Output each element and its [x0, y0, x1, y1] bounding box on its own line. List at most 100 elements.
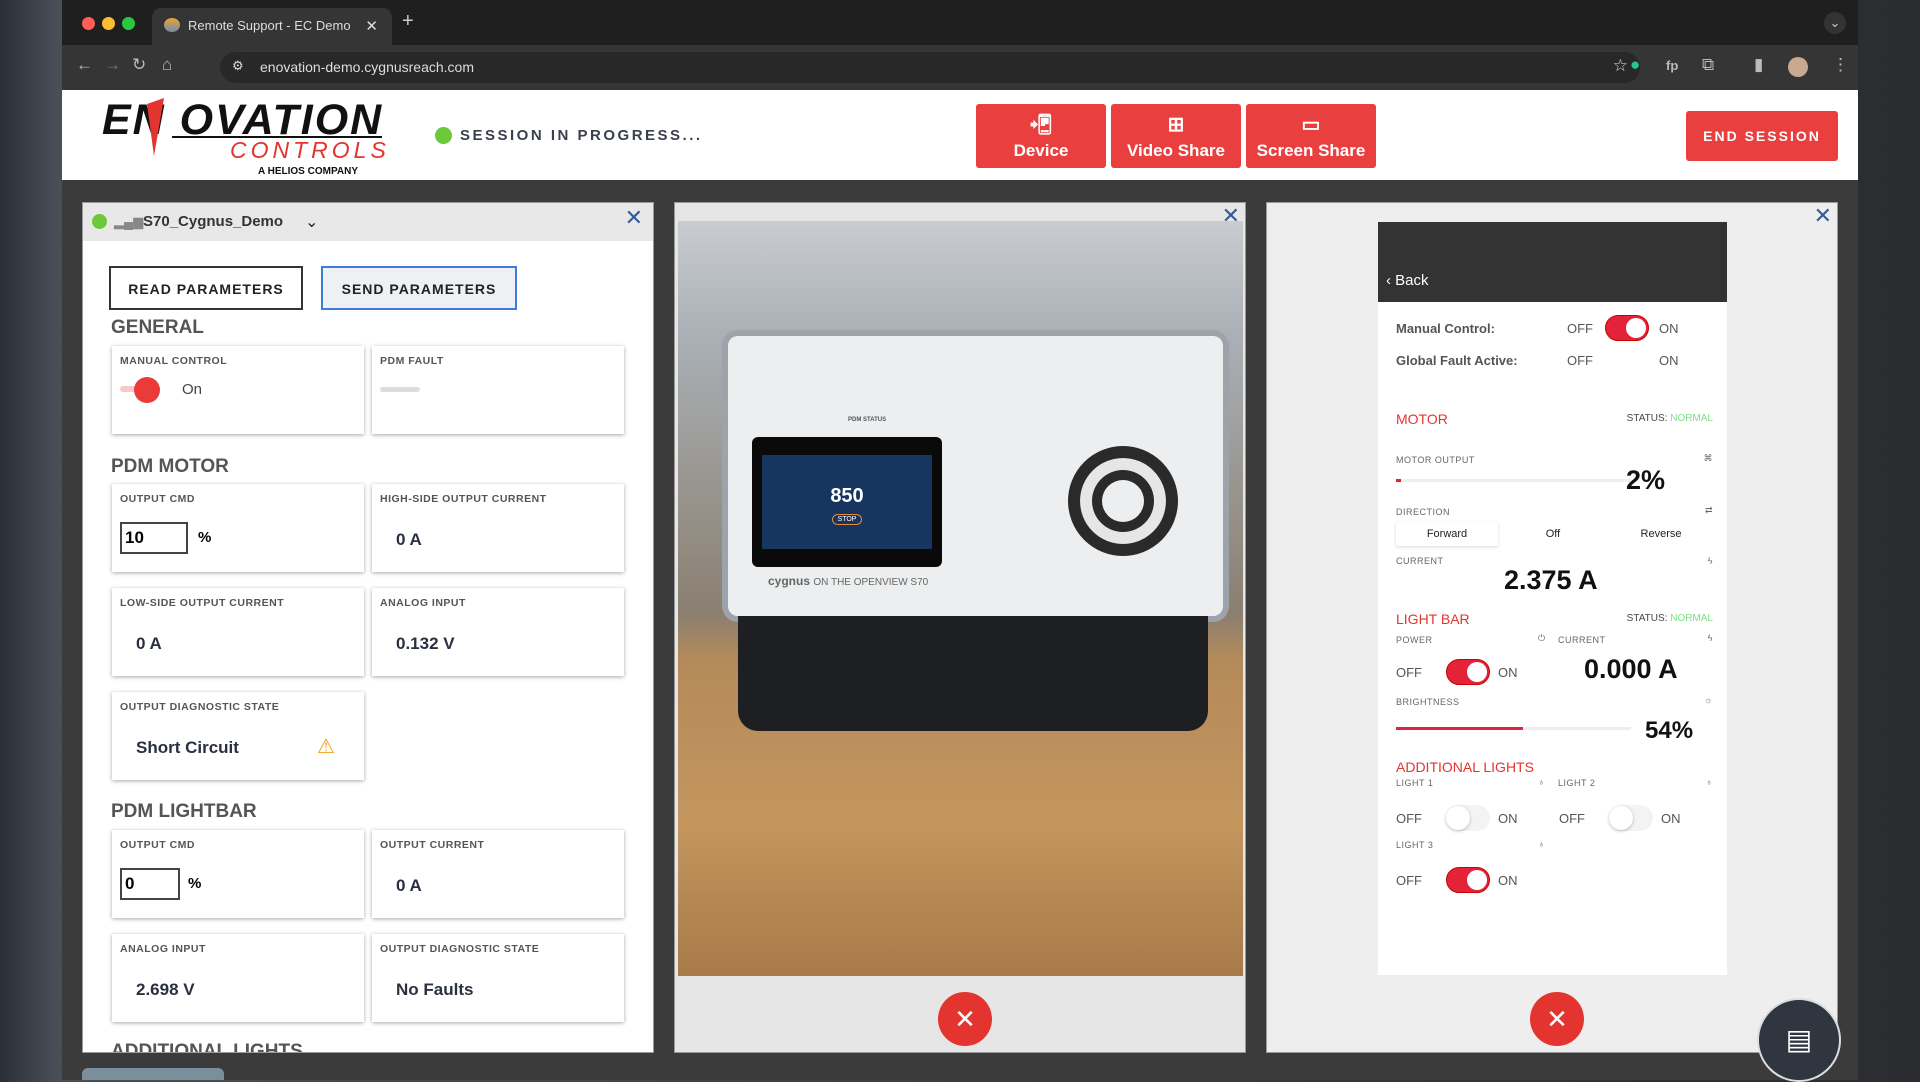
warning-icon: ⚠	[317, 736, 335, 758]
motor-output-cmd-input[interactable]	[120, 522, 188, 554]
maximize-window-button[interactable]	[122, 17, 135, 30]
close-window-button[interactable]	[82, 17, 95, 30]
chat-button[interactable]: ▤	[1757, 998, 1841, 1082]
device-button[interactable]: 📲︎ Device	[976, 104, 1106, 168]
device-dropdown-chevron-icon[interactable]: ⌄	[305, 212, 318, 232]
lightning-icon: ϟ	[1707, 633, 1713, 643]
card-label: OUTPUT CMD	[120, 493, 195, 505]
card-value: 0 A	[136, 634, 162, 653]
extensions-puzzle-icon[interactable]: ⧉	[1702, 55, 1714, 75]
card-label: HIGH-SIDE OUTPUT CURRENT	[380, 493, 547, 505]
lightbar-current-card: OUTPUT CURRENT 0 A	[372, 830, 624, 918]
off-label: OFF	[1396, 811, 1422, 826]
direction-label: DIRECTION	[1396, 507, 1450, 517]
profile-avatar[interactable]	[1788, 57, 1808, 77]
section-general: GENERAL	[111, 317, 204, 338]
stop-video-button[interactable]: ✕	[938, 992, 992, 1046]
on-label: ON	[1661, 811, 1681, 826]
brightness-slider[interactable]	[1396, 727, 1631, 730]
shared-screen: ‹ Back Manual Control: OFF ON Global Fau…	[1378, 222, 1727, 975]
extension-fp-icon[interactable]: fp	[1666, 58, 1678, 73]
end-session-button[interactable]: END SESSION	[1686, 111, 1838, 161]
direction-off[interactable]: Off	[1502, 522, 1604, 540]
side-panel-icon[interactable]: ▮	[1754, 55, 1763, 75]
swap-direction-icon: ⇄	[1704, 505, 1713, 515]
section-pdm-motor: PDM MOTOR	[111, 456, 229, 477]
send-parameters-button[interactable]: SEND PARAMETERS	[321, 266, 517, 310]
light1-label: LIGHT 1	[1396, 778, 1434, 788]
card-value: No Faults	[396, 980, 474, 999]
grammarly-extension-icon[interactable]: ●	[1630, 55, 1640, 75]
minimize-window-button[interactable]	[102, 17, 115, 30]
forward-arrow-icon[interactable]: →	[104, 55, 121, 75]
on-label: ON	[1659, 353, 1679, 368]
lightbar-diagnostic-card: OUTPUT DIAGNOSTIC STATE No Faults	[372, 934, 624, 1022]
screen-share-button[interactable]: ▭ Screen Share	[1246, 104, 1376, 168]
reload-icon[interactable]: ↻	[132, 55, 146, 75]
svg-text:A HELIOS COMPANY: A HELIOS COMPANY	[258, 166, 358, 176]
new-tab-button[interactable]: +	[402, 10, 414, 33]
off-label: OFF	[1567, 321, 1593, 336]
brightness-value: 54%	[1645, 717, 1694, 744]
bulb-icon: ♁	[1705, 777, 1713, 787]
manual-control-switch[interactable]	[1605, 315, 1649, 341]
on-label: ON	[1659, 321, 1679, 336]
section-pdm-lightbar: PDM LIGHTBAR	[111, 801, 257, 822]
toggle-knob[interactable]	[134, 377, 160, 403]
pdm-fault-toggle[interactable]	[380, 387, 420, 392]
browser-menu-icon[interactable]: ⋮	[1832, 55, 1849, 75]
light3-label: LIGHT 3	[1396, 840, 1434, 850]
card-label: ANALOG INPUT	[380, 597, 466, 609]
light3-switch[interactable]	[1446, 867, 1490, 893]
card-label: PDM FAULT	[380, 355, 444, 367]
lightbar-status: STATUS: NORMAL	[1626, 613, 1713, 624]
close-screen-share-icon[interactable]: ✕	[1814, 203, 1832, 229]
speaker-grille	[1068, 446, 1178, 556]
screen-share-icon: ▭	[1301, 114, 1321, 136]
lightbar-output-cmd-card: OUTPUT CMD %	[112, 830, 364, 918]
panel-tab-button[interactable]	[82, 1068, 224, 1080]
motor-diagnostic-card: OUTPUT DIAGNOSTIC STATE Short Circuit ⚠	[112, 692, 364, 780]
manual-control-label: Manual Control:	[1396, 321, 1495, 336]
light2-switch[interactable]	[1609, 805, 1653, 831]
motor-output-slider[interactable]	[1396, 479, 1631, 482]
direction-forward[interactable]: Forward	[1396, 522, 1498, 546]
tab-bar: Remote Support - EC Demo ✕ + ⌄	[62, 0, 1858, 45]
read-parameters-button[interactable]: READ PARAMETERS	[109, 266, 303, 310]
on-label: ON	[1498, 665, 1518, 680]
browser-tab[interactable]: Remote Support - EC Demo ✕	[152, 8, 392, 45]
lightbar-power-switch[interactable]	[1446, 659, 1490, 685]
home-icon[interactable]: ⌂	[162, 55, 172, 75]
session-status-text: SESSION IN PROGRESS...	[460, 127, 703, 144]
bookmark-star-icon[interactable]: ☆	[1613, 56, 1628, 76]
video-share-button[interactable]: ⊞ Video Share	[1111, 104, 1241, 168]
tab-title: Remote Support - EC Demo	[188, 18, 351, 33]
svg-text:CONTROLS: CONTROLS	[230, 137, 390, 163]
tab-search-icon[interactable]: ⌄	[1824, 12, 1846, 34]
card-value: 2.698 V	[136, 980, 195, 999]
lightbar-output-cmd-input[interactable]	[120, 868, 180, 900]
brightness-label: BRIGHTNESS	[1396, 697, 1460, 707]
close-tab-icon[interactable]: ✕	[365, 17, 378, 35]
lightbar-title: LIGHT BAR	[1396, 611, 1470, 627]
app-header: EN OVATION CONTROLS A HELIOS COMPANY SESSI…	[62, 90, 1858, 180]
close-panel-icon[interactable]: ✕	[625, 205, 643, 231]
direction-reverse[interactable]: Reverse	[1608, 522, 1714, 540]
stop-label: STOP	[831, 514, 863, 525]
url-bar[interactable]: ⚙ enovation-demo.cygnusreach.com ☆	[220, 52, 1640, 83]
section-additional-lights: ADDITIONAL LIGHTS	[111, 1041, 303, 1053]
session-status-dot	[435, 127, 452, 144]
card-label: MANUAL CONTROL	[120, 355, 228, 367]
light1-switch[interactable]	[1446, 805, 1490, 831]
site-settings-icon[interactable]: ⚙	[232, 58, 244, 74]
motor-current-label: CURRENT	[1396, 556, 1444, 566]
unit-label: %	[188, 875, 202, 892]
stop-screen-share-button[interactable]: ✕	[1530, 992, 1584, 1046]
signal-strength-icon: ▂▄▆	[114, 214, 144, 229]
pdm-fault-card: PDM FAULT	[372, 346, 624, 434]
back-button[interactable]: ‹ Back	[1386, 272, 1429, 289]
back-arrow-icon[interactable]: ←	[76, 55, 93, 75]
card-label: OUTPUT CURRENT	[380, 839, 485, 851]
enovation-logo: EN OVATION CONTROLS A HELIOS COMPANY	[102, 96, 402, 177]
card-value: 0 A	[396, 530, 422, 549]
